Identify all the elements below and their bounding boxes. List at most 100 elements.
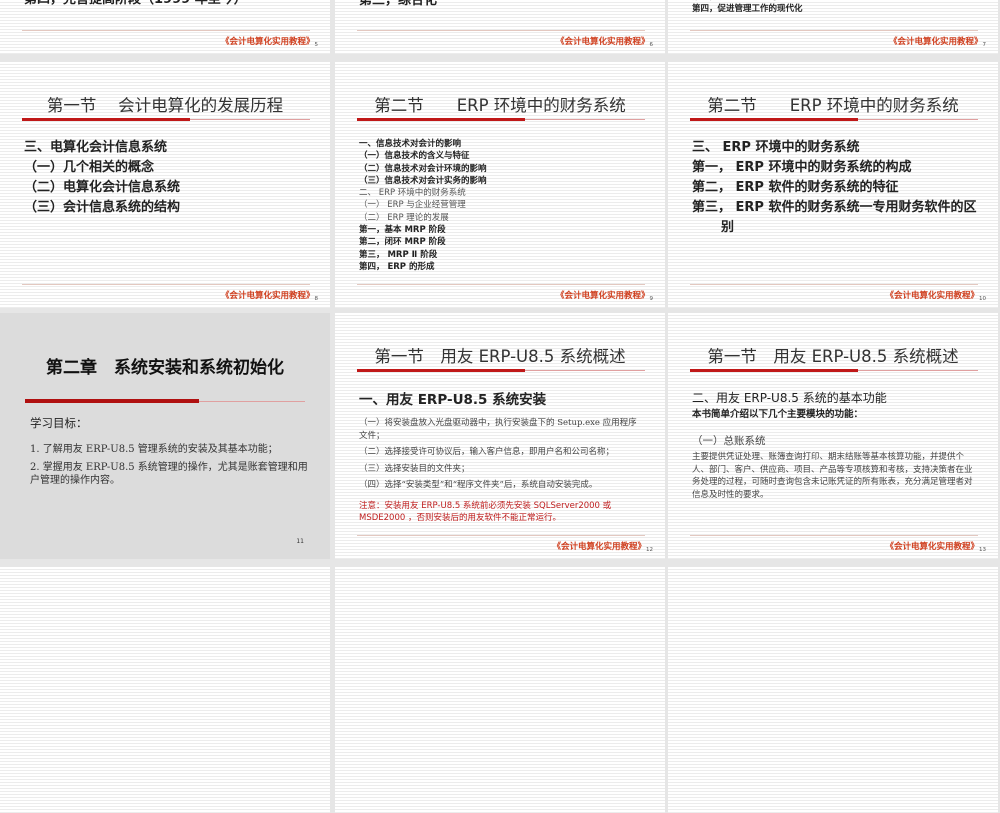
slide-text-line: （三）会计信息系统的结构 [24,200,181,215]
slide-text-line: （二） ERP 理论的发展 [359,212,449,223]
slide-text-line: （三）信息技术对会计实务的影响 [359,175,487,186]
slide-text-line: （一）将安装盘放入光盘驱动器中，执行安装盘下的 Setup.exe 应用程序文件… [359,418,637,441]
slide-thumbnail-6[interactable]: 第三，综合化《会计电算化实用教程》6 [335,0,665,54]
title-divider [357,369,645,372]
slide-text-line: （一）信息技术的含义与特征 [359,151,470,162]
slide-text-line: 一、用友 ERP-U8.5 系统安装 [359,392,547,408]
slide-text-line: 1. 了解用友 ERP-U8.5 管理系统的安装及其基本功能； [30,444,278,455]
footer-divider [690,30,978,31]
footer-divider [690,535,978,536]
slide-thumbnail-7[interactable]: 第三，促进审计工作的现代化第四，促进管理工作的现代化《会计电算化实用教程》7 [668,0,998,54]
slide-footer: 《会计电算化实用教程》10 [885,289,986,302]
footer-text: 《会计电算化实用教程》 [888,37,983,47]
slide-text-line: 一、信息技术对会计的影响 [359,139,462,149]
slide-text-line: 2. 掌握用友 ERP-U8.5 系统管理的操作，尤其是账套管理和用户管理的操作… [30,462,308,486]
footer-divider [690,284,978,285]
slide-footer: 《会计电算化实用教程》6 [556,35,653,48]
slide-body: 学习目标： 1. 了解用友 ERP-U8.5 管理系统的安装及其基本功能； 2. 掌… [30,415,310,492]
slide-text-line: （一） ERP 与企业经营管理 [359,200,466,211]
slide-number: 13 [979,547,986,553]
slide-text-line: （一）总账系统 [692,435,766,447]
slide-body: 一、用友 ERP-U8.5 系统安装 （一）将安装盘放入光盘驱动器中，执行安装盘下… [359,389,645,525]
slide-body: 二、用友 ERP-U8.5 系统的基本功能 本书简单介绍以下几个主要模块的功能： （… [692,389,978,505]
slide-body: 第三，促进审计工作的现代化第四，促进管理工作的现代化 [692,0,978,16]
title-divider [357,118,645,121]
slide-text-line: 第三， MRP Ⅱ 阶段 [359,249,438,260]
slide-text-line: 学习目标： [30,416,88,430]
slide-footer: 《会计电算化实用教程》7 [889,35,986,48]
slide-thumbnail-8[interactable]: 第一节 会计电算化的发展历程三、电算化会计信息系统 （一）几个相关的概念 （二）电算… [0,62,330,308]
slide-text-line: 注意：安装用友 ERP-U8.5 系统前必须先安装 SQLServer2000 … [359,500,612,524]
footer-text: 《会计电算化实用教程》 [220,291,315,301]
slide-title: 第二节 ERP 环境中的财务系统 [707,96,959,115]
slide-text-line: 第二， ERP 软件的财务系统的特征 [692,180,899,195]
slide-text-line: （四）选择“安装类型”和“程序文件夹”后，系统自动安装完成。 [359,480,598,490]
footer-text: 《会计电算化实用教程》 [555,37,650,47]
slide-text-line: 二、 ERP 环境中的财务系统 [359,188,466,199]
slide-text-line: 三、电算化会计信息系统 [24,140,168,155]
slide-text-line: 第四，促进管理工作的现代化 [692,4,803,15]
slide-text-line: （三）选择安装目的文件夹； [359,463,470,474]
slide-footer: 《会计电算化实用教程》9 [556,289,653,302]
slide-title: 第一节 会计电算化的发展历程 [46,96,284,115]
footer-divider [357,535,645,536]
slide-text-line: 第二，闭环 MRP 阶段 [359,237,446,248]
slide-number: 9 [649,296,654,302]
slide-thumbnail-5[interactable]: 第四，完善提高阶段（1999 年至今） 《会计电算化实用教程》5 [0,0,330,54]
title-divider [22,118,310,121]
footer-text: 《会计电算化实用教程》 [885,291,979,301]
slide-number: 12 [646,547,653,553]
footer-divider [22,284,310,285]
slide-footer: 《会计电算化实用教程》5 [221,35,318,48]
slide-number: 7 [982,42,987,48]
slide-text-line: 三、 ERP 环境中的财务系统 [692,140,860,155]
slide-text-line: 二、用友 ERP-U8.5 系统的基本功能 [692,391,887,405]
slide-text-line: 第四， ERP 的形成 [359,261,435,272]
title-divider [690,118,978,121]
slide-thumbnail-16[interactable] [668,567,998,813]
slide-text-line: （一）几个相关的概念 [24,160,155,175]
title-divider [690,369,978,372]
footer-divider [357,284,645,285]
slide-thumbnail-9[interactable]: 第二节 ERP 环境中的财务系统一、信息技术对会计的影响 （一）信息技术的含义与特… [335,62,665,308]
footer-text: 《会计电算化实用教程》 [555,291,650,301]
slide-body: 第四，完善提高阶段（1999 年至今） [24,0,310,10]
slide-thumbnail-10[interactable]: 第二节 ERP 环境中的财务系统三、 ERP 环境中的财务系统第一， ERP 环… [668,62,998,308]
slide-text-line: 第一， ERP 环境中的财务系统的构成 [692,160,912,175]
slide-text-line: 第三， ERP 软件的财务系统一专用财务软件的区别 [692,200,977,235]
slide-text-line: （二）电算化会计信息系统 [24,180,181,195]
slide-body: 第三，综合化 [359,0,645,11]
slide-text-line: 主要提供凭证处理、账簿查询打印、期末结账等基本核算功能，并提供个人、部门、客户、… [692,452,973,500]
slide-text-line: （二）信息技术对会计环境的影响 [359,163,487,174]
slide-text-line: 本书简单介绍以下几个主要模块的功能： [692,409,864,420]
slide-number: 6 [649,42,654,48]
slide-footer: 《会计电算化实用教程》13 [885,540,986,553]
footer-divider [357,30,645,31]
slide-title: 第一节 用友 ERP-U8.5 系统概述 [374,347,626,366]
slide-footer: 《会计电算化实用教程》12 [552,540,653,553]
slide-footer: 《会计电算化实用教程》8 [221,289,318,302]
title-divider [25,399,305,403]
slide-number: 11 [296,538,304,545]
slide-number: 5 [314,42,319,48]
slide-text-line: （二）选择接受许可协议后，输入客户信息，即用户名和公司名称； [359,447,615,457]
slide-body: 三、电算化会计信息系统 （一）几个相关的概念 （二）电算化会计信息系统 （三）会计信息… [24,138,310,218]
slide-text-line: 第三，综合化 [359,0,438,8]
slide-thumbnail-11[interactable]: 第二章 系统安装和系统初始化学习目标： 1. 了解用友 ERP-U8.5 管理系统… [0,313,330,559]
slide-thumbnail-12[interactable]: 第一节 用友 ERP-U8.5 系统概述一、用友 ERP-U8.5 系统安装 （一… [335,313,665,559]
slide-thumbnail-15[interactable] [335,567,665,813]
slide-thumbnail-13[interactable]: 第一节 用友 ERP-U8.5 系统概述二、用友 ERP-U8.5 系统的基本功… [668,313,998,559]
slide-title: 第一节 用友 ERP-U8.5 系统概述 [707,347,959,366]
slide-thumbnail-14[interactable] [0,567,330,813]
footer-divider [22,30,310,31]
slide-number: 8 [314,296,319,302]
footer-text: 《会计电算化实用教程》 [885,542,979,552]
slide-text-line: 第一，基本 MRP 阶段 [359,225,446,236]
footer-text: 《会计电算化实用教程》 [220,37,315,47]
footer-text: 《会计电算化实用教程》 [552,542,646,552]
slide-body: 三、 ERP 环境中的财务系统第一， ERP 环境中的财务系统的构成 第二， ER… [692,138,978,238]
slide-body: 一、信息技术对会计的影响 （一）信息技术的含义与特征 （二）信息技术对会计环境的影响… [359,138,645,273]
slide-title: 第二章 系统安装和系统初始化 [46,358,284,378]
slide-number: 10 [979,296,986,302]
slide-title: 第二节 ERP 环境中的财务系统 [374,96,626,115]
